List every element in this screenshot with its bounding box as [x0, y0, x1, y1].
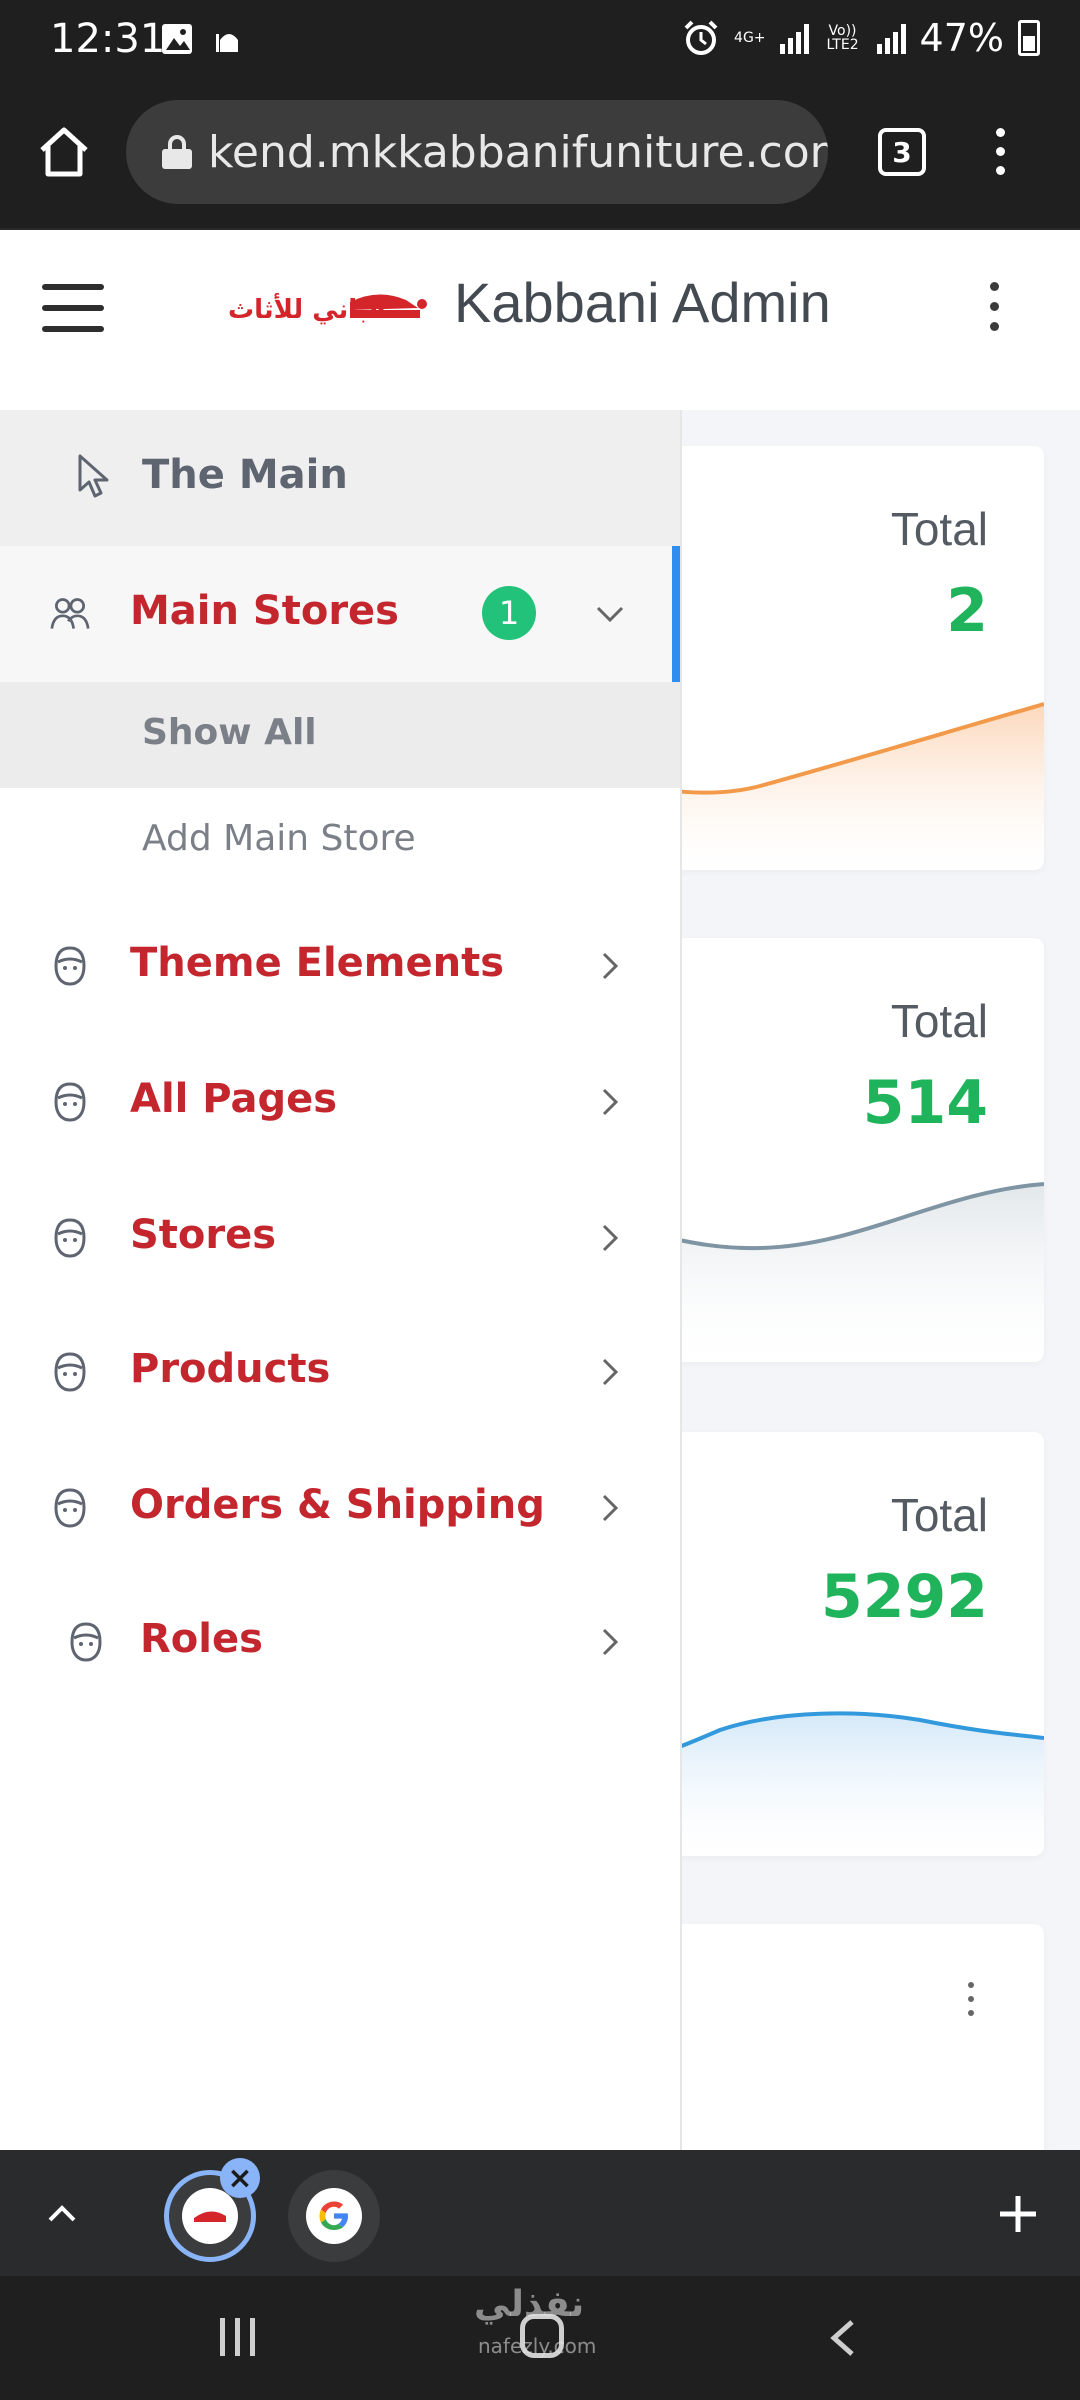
- face-icon: [54, 1488, 86, 1528]
- battery-percent: 47%: [919, 16, 1004, 60]
- sidebar-item-theme-elements[interactable]: Theme Elements: [0, 898, 680, 1034]
- stat-value: 5292: [821, 1562, 988, 1632]
- close-tab-icon[interactable]: ×: [220, 2158, 260, 2198]
- volte-label: Vo)) LTE2: [826, 23, 859, 53]
- stat-value: 2: [946, 576, 988, 646]
- app-header: قباني للأثاث Kabbani Admin: [0, 228, 1080, 410]
- address-bar[interactable]: kend.mkkabbanifuniture.com: [126, 100, 828, 204]
- chevron-right-icon: [602, 1494, 619, 1522]
- sidebar-item-label: Products: [130, 1346, 331, 1392]
- signal-icon: [779, 22, 809, 54]
- kabbani-favicon: [194, 2211, 226, 2222]
- users-icon: [50, 598, 90, 629]
- sidebar-item-label: Stores: [130, 1212, 277, 1258]
- clock: 12:31: [50, 16, 166, 62]
- battery-icon: [1018, 20, 1040, 56]
- cursor-icon: [78, 454, 109, 498]
- chevron-right-icon: [602, 1224, 619, 1252]
- chevron-up-icon[interactable]: [44, 2196, 80, 2232]
- page-title: Kabbani Admin: [454, 271, 831, 334]
- stat-label: Total: [890, 1489, 988, 1541]
- sidebar-item-all-pages[interactable]: All Pages: [0, 1034, 680, 1170]
- chevron-right-icon: [602, 1628, 619, 1656]
- sidebar-header-label: The Main: [142, 452, 348, 498]
- kabbani-logo: قباني للأثاث: [228, 293, 427, 325]
- chevron-down-icon: [596, 606, 624, 623]
- stat-label: Total: [890, 995, 988, 1047]
- sidebar-item-stores[interactable]: Stores: [0, 1170, 680, 1306]
- new-tab-icon[interactable]: [994, 2190, 1042, 2238]
- sidebar-item-label: Orders & Shipping: [130, 1482, 545, 1528]
- sidebar-header[interactable]: The Main: [0, 410, 680, 546]
- sidebar-subitem-label: Add Main Store: [142, 818, 416, 859]
- alarm-icon: [684, 20, 718, 55]
- chevron-right-icon: [602, 952, 619, 980]
- sidebar-subitem-show-all[interactable]: Show All: [0, 682, 680, 788]
- stat-value: 514: [862, 1068, 988, 1138]
- network-type: 4G+: [734, 30, 766, 46]
- gallery-icon: [162, 24, 192, 54]
- tab-google[interactable]: [288, 2170, 380, 2262]
- recents-icon[interactable]: [220, 2318, 255, 2356]
- back-icon[interactable]: [826, 2318, 860, 2358]
- more-options-icon[interactable]: [990, 282, 999, 331]
- card-menu-icon[interactable]: [968, 1982, 974, 2016]
- sidebar-drawer: The Main Main Stores 1 Show All Add Main…: [0, 410, 682, 2150]
- stat-label: Total: [890, 503, 988, 555]
- browser-menu-icon[interactable]: [996, 128, 1005, 175]
- signal-2-icon: [876, 22, 906, 54]
- tab-switcher-button[interactable]: 3: [878, 128, 926, 176]
- url-text: kend.mkkabbanifuniture.com: [208, 126, 828, 178]
- home-icon[interactable]: [34, 122, 94, 182]
- sidebar-item-products[interactable]: Products: [0, 1304, 680, 1440]
- face-icon: [54, 1082, 86, 1122]
- sidebar-item-orders-shipping[interactable]: Orders & Shipping: [0, 1440, 680, 1576]
- watermark-text: نفذلي: [474, 2284, 585, 2325]
- google-icon: [319, 2201, 348, 2230]
- face-icon: [54, 946, 86, 986]
- face-icon: [54, 1218, 86, 1258]
- browser-tab-strip: ×: [0, 2150, 1080, 2276]
- sidebar-subitem-add-main-store[interactable]: Add Main Store: [0, 788, 680, 894]
- sidebar-item-label: Main Stores: [130, 588, 399, 634]
- hamburger-menu-icon[interactable]: [42, 284, 104, 332]
- sidebar-item-main-stores[interactable]: Main Stores 1: [0, 546, 680, 682]
- sidebar-item-label: Theme Elements: [130, 940, 505, 986]
- system-nav-bar: نفذلي nafezly.com: [0, 2276, 1080, 2400]
- sidebar-item-roles[interactable]: Roles: [0, 1574, 680, 1710]
- count-badge: 1: [482, 586, 536, 640]
- sidebar-subitem-label: Show All: [142, 712, 317, 753]
- watermark-url: nafezly.com: [478, 2334, 597, 2358]
- face-icon: [70, 1622, 102, 1662]
- browser-toolbar: kend.mkkabbanifuniture.com 3: [0, 82, 1080, 228]
- chevron-right-icon: [602, 1358, 619, 1386]
- mosque-icon: [216, 34, 238, 52]
- active-indicator: [672, 546, 680, 682]
- status-bar: 12:31 4G+ Vo)) LTE2 47%: [0, 0, 1080, 82]
- face-icon: [54, 1352, 86, 1392]
- sidebar-item-label: All Pages: [130, 1076, 338, 1122]
- chevron-right-icon: [602, 1088, 619, 1116]
- lock-icon: [162, 135, 192, 169]
- sidebar-item-label: Roles: [140, 1616, 263, 1662]
